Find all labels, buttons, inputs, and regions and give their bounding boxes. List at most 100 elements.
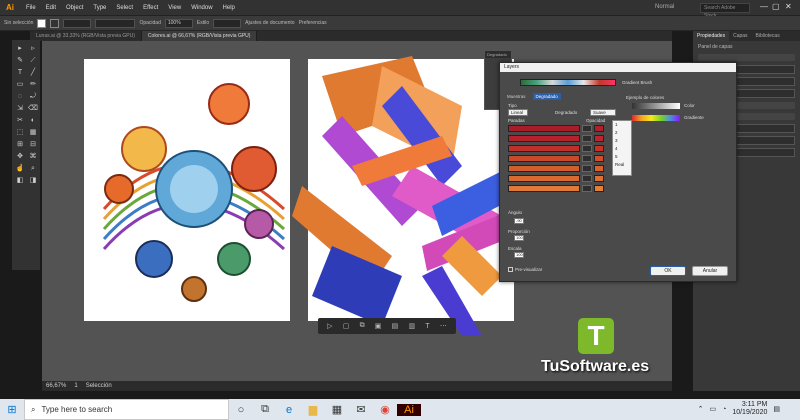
- tool-13-icon[interactable]: ◐: [27, 115, 39, 126]
- group-icon[interactable]: ▣: [375, 322, 382, 330]
- tool-15-icon[interactable]: ▦: [27, 127, 39, 138]
- workspace-switcher[interactable]: Normal: [655, 4, 674, 10]
- tool-12-icon[interactable]: ✂: [14, 115, 26, 126]
- stop-color-bar[interactable]: [508, 154, 580, 162]
- tool-10-icon[interactable]: ⇲: [14, 103, 26, 114]
- stop-color-bar[interactable]: [508, 144, 580, 152]
- type-select[interactable]: Lineal: [508, 109, 528, 116]
- stock-search-input[interactable]: Search Adobe Stock: [700, 3, 750, 19]
- dropdown-option[interactable]: 5: [613, 153, 631, 161]
- stroke-weight-field[interactable]: [63, 18, 92, 28]
- tab-document-2[interactable]: Colores.ai @ 66,67% (RGB/Vista previa GP…: [141, 31, 258, 41]
- scale-input[interactable]: 100: [514, 252, 524, 258]
- stop-opacity-swatch[interactable]: [594, 184, 604, 192]
- stroke-swatch[interactable]: [50, 18, 60, 28]
- tab-libraries[interactable]: Bibliotecas: [752, 31, 784, 41]
- tool-23-icon[interactable]: ◨: [27, 175, 39, 186]
- gradient-stop-row[interactable]: [508, 163, 612, 173]
- mail-icon[interactable]: ✉: [349, 403, 373, 416]
- gradient-stop-row[interactable]: [508, 153, 612, 163]
- tool-4-icon[interactable]: T: [14, 67, 26, 78]
- image-icon[interactable]: ▥: [408, 322, 415, 330]
- tool-14-icon[interactable]: ⬚: [14, 127, 26, 138]
- tool-8-icon[interactable]: ◌: [14, 91, 26, 102]
- menu-view[interactable]: View: [163, 5, 186, 11]
- tool-2-icon[interactable]: ✎: [14, 55, 26, 66]
- tool-20-icon[interactable]: ☝: [14, 163, 26, 174]
- select-icon[interactable]: ▷: [327, 322, 332, 330]
- menu-window[interactable]: Window: [186, 5, 217, 11]
- tool-17-icon[interactable]: ⊟: [27, 139, 39, 150]
- tool-21-icon[interactable]: ⌕: [27, 163, 39, 174]
- chrome-icon[interactable]: ◉: [373, 403, 397, 416]
- gradient-preview-bar[interactable]: [520, 79, 616, 86]
- cancel-button[interactable]: Anular: [692, 266, 728, 276]
- stop-type-select[interactable]: [582, 144, 592, 152]
- volume-icon[interactable]: ◔: [722, 406, 726, 413]
- gradient-stop-row[interactable]: [508, 183, 612, 193]
- tool-19-icon[interactable]: ⌘: [27, 151, 39, 162]
- stop-opacity-swatch[interactable]: [594, 124, 604, 132]
- tool-6-icon[interactable]: ▭: [14, 79, 26, 90]
- stop-type-select[interactable]: [582, 154, 592, 162]
- angle-input[interactable]: -90: [514, 218, 524, 224]
- tool-18-icon[interactable]: ✥: [14, 151, 26, 162]
- tool-7-icon[interactable]: ✏: [27, 79, 39, 90]
- artboard-number[interactable]: 1: [74, 383, 77, 389]
- preferences-button[interactable]: Preferencias: [299, 20, 327, 26]
- stop-type-select[interactable]: [582, 184, 592, 192]
- stop-type-select[interactable]: [582, 164, 592, 172]
- gradient-stop-row[interactable]: [508, 143, 612, 153]
- transform-icon[interactable]: ▢: [343, 322, 350, 330]
- windows-start-icon[interactable]: ⊞: [0, 399, 24, 420]
- text-icon[interactable]: T: [425, 323, 429, 330]
- fill-swatch[interactable]: [37, 18, 47, 28]
- stop-type-select[interactable]: [582, 134, 592, 142]
- preview-checkbox[interactable]: [508, 267, 513, 272]
- style-field[interactable]: [213, 18, 242, 28]
- gradient-select[interactable]: Suave: [590, 109, 616, 116]
- network-icon[interactable]: ▭: [709, 405, 716, 413]
- ratio-input[interactable]: 100: [514, 235, 524, 241]
- stop-opacity-swatch[interactable]: [594, 134, 604, 142]
- stop-color-bar[interactable]: [508, 124, 580, 132]
- menu-file[interactable]: File: [21, 5, 41, 11]
- tool-3-icon[interactable]: ⟋: [27, 55, 39, 66]
- tab-gradient[interactable]: Degradado: [532, 93, 561, 100]
- tool-0-icon[interactable]: ▸: [14, 43, 26, 54]
- store-icon[interactable]: ▦: [325, 403, 349, 416]
- stop-opacity-swatch[interactable]: [594, 144, 604, 152]
- file-explorer-icon[interactable]: ▆: [301, 403, 325, 416]
- tool-5-icon[interactable]: ╱: [27, 67, 39, 78]
- tab-document-1[interactable]: Lunas.ai @ 33,33% (RGB/Vista previa GPU): [30, 31, 142, 41]
- notifications-icon[interactable]: ▤: [773, 405, 780, 413]
- menu-help[interactable]: Help: [218, 5, 240, 11]
- tab-layers[interactable]: Capas: [729, 31, 751, 41]
- tool-1-icon[interactable]: ▹: [27, 43, 39, 54]
- close-icon[interactable]: ✕: [785, 2, 792, 11]
- stop-color-bar[interactable]: [508, 184, 580, 192]
- tool-11-icon[interactable]: ⌫: [27, 103, 39, 114]
- dropdown-option[interactable]: 3: [613, 137, 631, 145]
- stop-type-select[interactable]: [582, 174, 592, 182]
- stop-opacity-swatch[interactable]: [594, 154, 604, 162]
- tool-22-icon[interactable]: ◧: [14, 175, 26, 186]
- dropdown-option[interactable]: 4: [613, 145, 631, 153]
- tab-properties[interactable]: Propiedades: [693, 31, 730, 41]
- menu-edit[interactable]: Edit: [41, 5, 61, 11]
- menu-object[interactable]: Object: [61, 5, 88, 11]
- edge-icon[interactable]: e: [277, 404, 301, 416]
- copy-icon[interactable]: ⧉: [360, 322, 365, 330]
- zoom-level[interactable]: 66,67%: [46, 383, 66, 389]
- opacity-field[interactable]: 100%: [164, 18, 193, 28]
- ok-button[interactable]: OK: [650, 266, 686, 276]
- dropdown-option[interactable]: 1: [613, 121, 631, 129]
- dropdown-option[interactable]: Real: [613, 161, 631, 169]
- menu-effect[interactable]: Effect: [138, 5, 163, 11]
- stop-count-dropdown[interactable]: 1 2 3 4 5 Real: [612, 120, 632, 176]
- dropdown-option[interactable]: 2: [613, 129, 631, 137]
- task-view-icon[interactable]: ⧉: [253, 403, 277, 416]
- gradient-stop-row[interactable]: [508, 123, 612, 133]
- taskbar-clock[interactable]: 3:11 PM 10/19/2020: [732, 401, 767, 417]
- stop-type-select[interactable]: [582, 124, 592, 132]
